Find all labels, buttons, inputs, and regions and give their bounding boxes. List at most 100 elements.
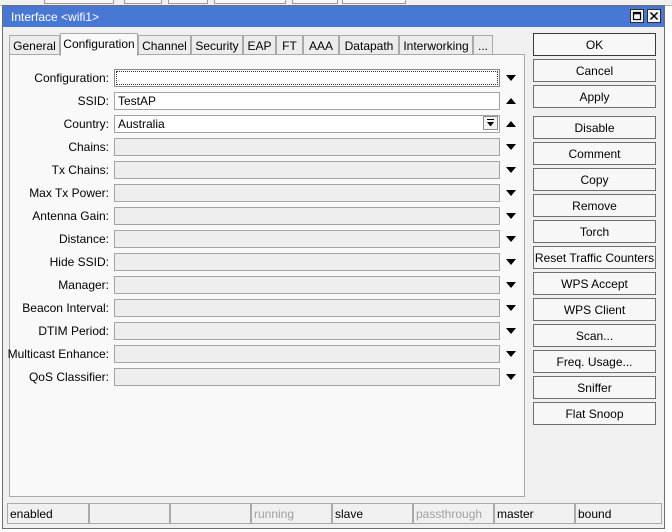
- expand-down-icon[interactable]: [504, 347, 518, 361]
- background-window-fragment: [342, 0, 406, 4]
- field-row-country: Country: Australia: [10, 115, 526, 133]
- expand-down-icon[interactable]: [504, 255, 518, 269]
- antenna-gain-input[interactable]: [114, 207, 500, 225]
- scan-button[interactable]: Scan...: [533, 324, 656, 347]
- ssid-input[interactable]: TestAP: [114, 92, 500, 110]
- status-bound: bound: [575, 503, 662, 524]
- chains-input[interactable]: [114, 138, 500, 156]
- field-row-manager: Manager:: [10, 276, 526, 294]
- ok-button[interactable]: OK: [533, 33, 656, 56]
- manager-input[interactable]: [114, 276, 500, 294]
- field-label: Tx Chains:: [51, 163, 109, 177]
- freq-usage-button[interactable]: Freq. Usage...: [533, 350, 656, 373]
- field-row-chains: Chains:: [10, 138, 526, 156]
- configuration-panel: Configuration: SSID: TestAP Country: Aus…: [7, 54, 526, 497]
- field-label: Hide SSID:: [49, 255, 109, 269]
- status-passthrough: passthrough: [413, 503, 494, 524]
- status-cell-empty: [89, 503, 170, 524]
- field-label: Beacon Interval:: [22, 301, 109, 315]
- field-label: QoS Classifier:: [28, 370, 109, 384]
- comment-button[interactable]: Comment: [533, 142, 656, 165]
- window-title: Interface <wifi1>: [11, 10, 100, 24]
- title-bar: Interface <wifi1>: [3, 6, 664, 27]
- expand-down-icon[interactable]: [504, 71, 518, 85]
- copy-button[interactable]: Copy: [533, 168, 656, 191]
- status-running: running: [251, 503, 332, 524]
- tab-eap[interactable]: EAP: [243, 35, 276, 55]
- hide-ssid-input[interactable]: [114, 253, 500, 271]
- field-row-dtim-period: DTIM Period:: [10, 322, 526, 340]
- background-window-fragment: [44, 0, 114, 4]
- field-row-distance: Distance:: [10, 230, 526, 248]
- status-bar: enabled running slave passthrough master…: [7, 503, 664, 524]
- remove-button[interactable]: Remove: [533, 194, 656, 217]
- field-row-antenna-gain: Antenna Gain:: [10, 207, 526, 225]
- status-master: master: [494, 503, 575, 524]
- close-icon: [649, 11, 659, 21]
- interface-dialog: Interface <wifi1> General Configuration …: [2, 5, 665, 529]
- reset-traffic-counters-button[interactable]: Reset Traffic Counters: [533, 246, 656, 269]
- cancel-button[interactable]: Cancel: [533, 59, 656, 82]
- field-row-beacon-interval: Beacon Interval:: [10, 299, 526, 317]
- expand-down-icon[interactable]: [504, 324, 518, 338]
- field-label: Configuration:: [34, 71, 109, 85]
- expand-down-icon[interactable]: [504, 186, 518, 200]
- tab-ft[interactable]: FT: [276, 35, 303, 55]
- expand-down-icon[interactable]: [504, 140, 518, 154]
- beacon-interval-input[interactable]: [114, 299, 500, 317]
- wps-accept-button[interactable]: WPS Accept: [533, 272, 656, 295]
- background-window-fragment: [292, 0, 338, 4]
- field-label: Distance:: [58, 232, 109, 246]
- max-tx-power-input[interactable]: [114, 184, 500, 202]
- distance-input[interactable]: [114, 230, 500, 248]
- field-label: SSID:: [77, 94, 109, 108]
- dtim-period-input[interactable]: [114, 322, 500, 340]
- dropdown-arrow-icon: [487, 119, 494, 127]
- field-row-multicast-enhance: Multicast Enhance:: [7, 345, 526, 363]
- expand-down-icon[interactable]: [504, 209, 518, 223]
- field-row-configuration: Configuration:: [10, 69, 526, 87]
- country-select[interactable]: Australia: [114, 115, 500, 133]
- status-cell-empty: [170, 503, 251, 524]
- field-label: Chains:: [68, 140, 109, 154]
- tab-channel[interactable]: Channel: [138, 35, 191, 55]
- tab-more[interactable]: ...: [473, 35, 493, 55]
- torch-button[interactable]: Torch: [533, 220, 656, 243]
- apply-button[interactable]: Apply: [533, 85, 656, 108]
- expand-down-icon[interactable]: [504, 301, 518, 315]
- expand-down-icon[interactable]: [504, 278, 518, 292]
- qos-classifier-input[interactable]: [114, 368, 500, 386]
- tab-interworking[interactable]: Interworking: [399, 35, 473, 55]
- expand-down-icon[interactable]: [504, 232, 518, 246]
- restore-button[interactable]: [630, 9, 644, 23]
- background-window-fragment: [124, 0, 162, 4]
- expand-down-icon[interactable]: [504, 370, 518, 384]
- tx-chains-input[interactable]: [114, 161, 500, 179]
- sniffer-button[interactable]: Sniffer: [533, 376, 656, 399]
- field-label: Max Tx Power:: [29, 186, 109, 200]
- tab-datapath[interactable]: Datapath: [339, 35, 399, 55]
- country-dropdown-button[interactable]: [483, 116, 498, 130]
- field-label: Manager:: [58, 278, 109, 292]
- wps-client-button[interactable]: WPS Client: [533, 298, 656, 321]
- tab-security[interactable]: Security: [191, 35, 243, 55]
- close-button[interactable]: [647, 9, 661, 23]
- field-row-hide-ssid: Hide SSID:: [10, 253, 526, 271]
- expand-down-icon[interactable]: [504, 163, 518, 177]
- disable-button[interactable]: Disable: [533, 116, 656, 139]
- collapse-up-icon[interactable]: [504, 117, 518, 131]
- field-label: DTIM Period:: [38, 324, 109, 338]
- tab-configuration[interactable]: Configuration: [60, 33, 138, 56]
- flat-snoop-button[interactable]: Flat Snoop: [533, 402, 656, 425]
- field-row-qos-classifier: QoS Classifier:: [10, 368, 526, 386]
- field-row-ssid: SSID: TestAP: [10, 92, 526, 110]
- configuration-input[interactable]: [114, 69, 500, 87]
- field-label: Multicast Enhance:: [7, 347, 109, 361]
- status-enabled: enabled: [7, 503, 89, 524]
- collapse-up-icon[interactable]: [504, 94, 518, 108]
- tab-aaa[interactable]: AAA: [303, 35, 339, 55]
- field-row-tx-chains: Tx Chains:: [10, 161, 526, 179]
- field-label: Country:: [63, 117, 109, 131]
- multicast-enhance-input[interactable]: [114, 345, 500, 363]
- tab-general[interactable]: General: [9, 35, 60, 55]
